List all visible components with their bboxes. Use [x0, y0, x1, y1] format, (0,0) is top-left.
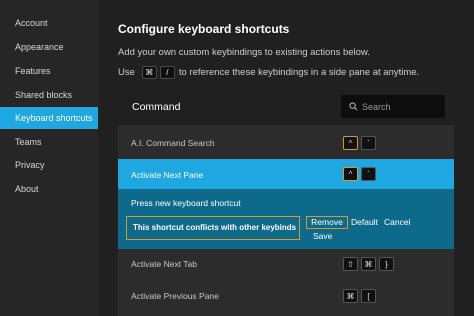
sidebar-item-appearance[interactable]: Appearance [0, 36, 98, 58]
sidebar-item-keyboard-shortcuts[interactable]: Keyboard shortcuts [0, 107, 98, 129]
description-line-2: Use ⌘ / to reference these keybindings i… [118, 65, 420, 79]
command-label: Activate Previous Pane [131, 291, 219, 301]
sidebar-item-account[interactable]: Account [0, 12, 98, 34]
key-chip: ^ [343, 167, 358, 181]
command-row[interactable]: Activate Previous Pane ⌘ [ [118, 280, 454, 310]
sidebar-item-about[interactable]: About [0, 178, 98, 200]
cancel-button[interactable]: Cancel [384, 217, 410, 227]
description-line-1: Add your own custom keybindings to exist… [118, 47, 370, 58]
key-chip: ⌘ [361, 257, 376, 271]
settings-sidebar: Account Appearance Features Shared block… [0, 0, 98, 316]
command-label: Activate Next Tab [131, 259, 197, 269]
save-button[interactable]: Save [313, 231, 332, 241]
command-key-badge: ⌘ [141, 65, 157, 79]
keybinding[interactable]: ^ ` [343, 167, 376, 181]
command-label: Activate Next Pane [131, 170, 204, 180]
shortcut-prompt: Press new keyboard shortcut [131, 198, 241, 208]
default-button[interactable]: Default [351, 217, 378, 227]
key-chip: } [379, 257, 394, 271]
command-label: A.I. Command Search [131, 138, 215, 148]
search-box[interactable] [341, 95, 445, 118]
keybinding[interactable]: ⇧ ⌘ } [343, 257, 394, 271]
conflict-warning: This shortcut conflicts with other keybi… [126, 216, 300, 240]
remove-button[interactable]: Remove [306, 216, 348, 229]
slash-key-badge: / [159, 65, 175, 79]
command-row[interactable]: A.I. Command Search ^ ` [118, 129, 454, 159]
key-chip: ⌘ [343, 289, 358, 303]
key-chip: ^ [343, 136, 358, 150]
keybinding[interactable]: ^ ` [343, 136, 376, 150]
description-suffix: to reference these keybindings in a side… [178, 66, 420, 78]
key-chip: ` [361, 136, 376, 150]
description-prefix: Use [118, 66, 135, 78]
sidebar-item-teams[interactable]: Teams [0, 131, 98, 153]
search-icon [349, 102, 358, 111]
keybinding[interactable]: ⌘ [ [343, 289, 376, 303]
keybinding-editor: Press new keyboard shortcut This shortcu… [118, 189, 454, 249]
sidebar-item-privacy[interactable]: Privacy [0, 154, 98, 176]
shortcuts-table: A.I. Command Search ^ ` Activate Next Pa… [118, 125, 454, 316]
command-row[interactable]: Activate Next Tab ⇧ ⌘ } [118, 249, 454, 279]
main-panel: Configure keyboard shortcuts Add your ow… [98, 0, 474, 316]
command-column-header: Command [132, 101, 181, 113]
sidebar-item-features[interactable]: Features [0, 60, 98, 82]
key-chip: [ [361, 289, 376, 303]
key-chip: ` [361, 167, 376, 181]
command-row-selected[interactable]: Activate Next Pane ^ ` [118, 159, 454, 189]
search-input[interactable] [362, 101, 442, 112]
page-title: Configure keyboard shortcuts [118, 22, 290, 36]
key-chip: ⇧ [343, 257, 358, 271]
sidebar-item-shared-blocks[interactable]: Shared blocks [0, 84, 98, 106]
